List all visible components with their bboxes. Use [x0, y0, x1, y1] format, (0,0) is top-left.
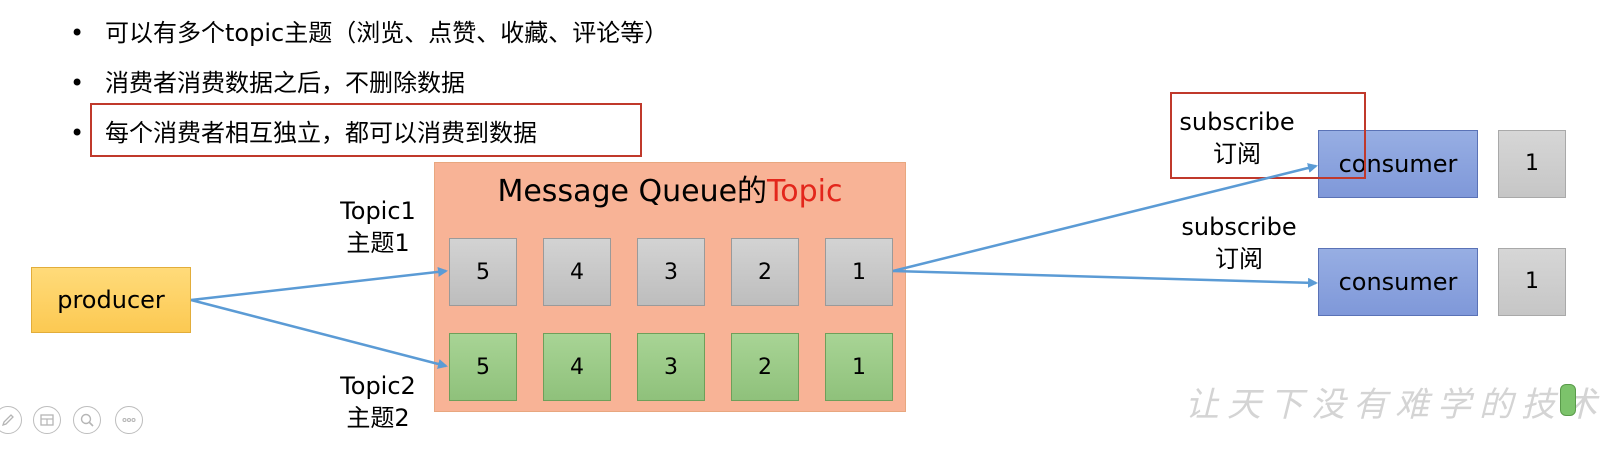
topic1-label-zh: 主题1: [346, 229, 410, 257]
topic1-cell: 4: [543, 238, 611, 306]
slide: • 可以有多个topic主题（浏览、点赞、收藏、评论等） • 消费者消费数据之后…: [0, 0, 1615, 449]
producer-to-topic1-arrow: [190, 266, 448, 302]
topic1-cell: 1: [825, 238, 893, 306]
topic2-cell: 5: [449, 333, 517, 401]
topic2-cell: 4: [543, 333, 611, 401]
bullet-text: 消费者消费数据之后，不删除数据: [105, 69, 465, 97]
topic2-cell: 2: [731, 333, 799, 401]
subscribe-label-zh: 订阅: [1215, 245, 1263, 273]
mq-title-prefix: Message Queue的: [497, 174, 768, 209]
producer-to-topic2-arrow: [190, 298, 448, 369]
slides-icon[interactable]: [33, 406, 61, 434]
subscribe-label: subscribe 订阅: [1174, 211, 1304, 275]
topic2-cell: 1: [825, 333, 893, 401]
highlight-box: [90, 103, 642, 157]
message-queue-title: Message Queue的Topic: [0, 170, 1340, 214]
topic1-cell: 2: [731, 238, 799, 306]
bullet-dot: •: [70, 69, 85, 97]
bullet-dot: •: [70, 119, 85, 147]
edit-icon[interactable]: [0, 406, 22, 434]
producer-box: producer: [31, 267, 191, 333]
mq-title-accent: Topic: [767, 174, 843, 209]
bullet-item: • 可以有多个topic主题（浏览、点赞、收藏、评论等）: [70, 12, 668, 62]
topic2-label: Topic2 主题2: [322, 370, 434, 434]
topic2-cell: 3: [637, 333, 705, 401]
side-handle[interactable]: [1560, 384, 1576, 416]
consumer-box: consumer: [1318, 248, 1478, 316]
subscribe-label-en: subscribe: [1181, 213, 1297, 241]
topic1-cell: 3: [637, 238, 705, 306]
bullet-dot: •: [70, 19, 85, 47]
zoom-icon[interactable]: [73, 406, 101, 434]
topic1-label: Topic1 主题1: [322, 195, 434, 259]
more-icon[interactable]: [115, 406, 143, 434]
topic2-label-zh: 主题2: [346, 404, 410, 432]
topic1-label-en: Topic1: [340, 197, 416, 225]
topic1-cell: 5: [449, 238, 517, 306]
bullet-text: 可以有多个topic主题（浏览、点赞、收藏、评论等）: [105, 19, 669, 47]
topic2-label-en: Topic2: [340, 372, 416, 400]
subscribe-highlight-box: [1170, 92, 1366, 179]
watermark: 让天下没有难学的技术: [1185, 385, 1605, 425]
consumer-offset: 1: [1498, 130, 1566, 198]
consumer-offset: 1: [1498, 248, 1566, 316]
